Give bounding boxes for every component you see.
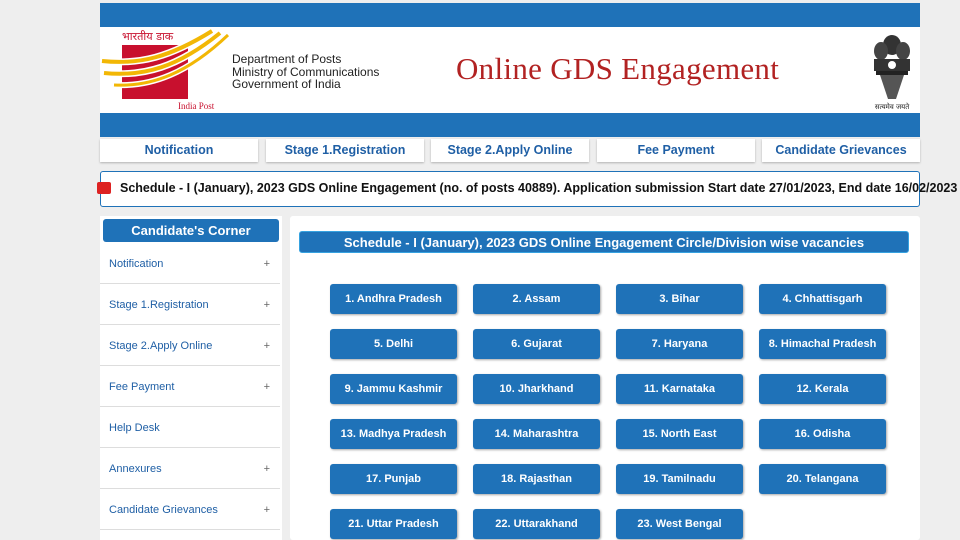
dept-line: Government of India bbox=[232, 77, 341, 91]
circle-button[interactable]: 1. Andhra Pradesh bbox=[330, 284, 457, 314]
logo-script-text: भारतीय डाक bbox=[122, 30, 174, 43]
circle-button[interactable]: 4. Chhattisgarh bbox=[759, 284, 886, 314]
sidebar-item-label: Stage 2.Apply Online bbox=[109, 340, 213, 352]
circle-button[interactable]: 21. Uttar Pradesh bbox=[330, 509, 457, 539]
expand-icon[interactable]: + bbox=[264, 449, 270, 489]
nav-stage1-registration[interactable]: Stage 1.Registration bbox=[266, 139, 424, 162]
expand-icon[interactable]: + bbox=[264, 326, 270, 366]
circle-button[interactable]: 19. Tamilnadu bbox=[616, 464, 743, 494]
top-blue-bar bbox=[100, 3, 920, 27]
circle-button[interactable]: 18. Rajasthan bbox=[473, 464, 600, 494]
circle-button[interactable]: 8. Himachal Pradesh bbox=[759, 329, 886, 359]
vacancies-title: Schedule - I (January), 2023 GDS Online … bbox=[299, 231, 909, 253]
candidate-corner-sidebar: Candidate's Corner Notification + Stage … bbox=[100, 216, 282, 540]
circle-button[interactable]: 3. Bihar bbox=[616, 284, 743, 314]
news-ticker[interactable]: Schedule - I (January), 2023 GDS Online … bbox=[97, 171, 957, 207]
sidebar-item-label: Help Desk bbox=[109, 422, 160, 434]
main-nav: Notification Stage 1.Registration Stage … bbox=[100, 139, 920, 162]
expand-icon[interactable]: + bbox=[264, 244, 270, 284]
sidebar-item-candidate-grievances[interactable]: Candidate Grievances + bbox=[100, 490, 280, 530]
sidebar-item-label: Notification bbox=[109, 258, 164, 270]
dept-line: Department of Posts bbox=[232, 52, 342, 66]
circle-button[interactable]: 14. Maharashtra bbox=[473, 419, 600, 449]
india-post-logo[interactable]: भारतीय डाक India Post bbox=[100, 27, 231, 113]
nav-stage2-apply-online[interactable]: Stage 2.Apply Online bbox=[431, 139, 589, 162]
circle-button[interactable]: 15. North East bbox=[616, 419, 743, 449]
sidebar-item-stage1-registration[interactable]: Stage 1.Registration + bbox=[100, 285, 280, 325]
vacancies-panel: Schedule - I (January), 2023 GDS Online … bbox=[290, 216, 920, 540]
circle-button[interactable]: 5. Delhi bbox=[330, 329, 457, 359]
expand-icon[interactable]: + bbox=[264, 285, 270, 325]
circle-button[interactable]: 17. Punjab bbox=[330, 464, 457, 494]
circle-button[interactable]: 7. Haryana bbox=[616, 329, 743, 359]
circle-button[interactable]: 2. Assam bbox=[473, 284, 600, 314]
circle-button[interactable]: 23. West Bengal bbox=[616, 509, 743, 539]
logo-caption-text: India Post bbox=[178, 101, 215, 111]
circle-button[interactable]: 9. Jammu Kashmir bbox=[330, 374, 457, 404]
circle-button[interactable]: 13. Madhya Pradesh bbox=[330, 419, 457, 449]
nav-notification[interactable]: Notification bbox=[100, 139, 258, 162]
circle-button[interactable]: 12. Kerala bbox=[759, 374, 886, 404]
emblem-caption-text: सत्यमेव जयते bbox=[875, 102, 910, 111]
ticker-text[interactable]: Schedule - I (January), 2023 GDS Online … bbox=[120, 181, 957, 195]
expand-icon[interactable]: + bbox=[264, 367, 270, 407]
circle-button[interactable]: 6. Gujarat bbox=[473, 329, 600, 359]
nav-candidate-grievances[interactable]: Candidate Grievances bbox=[762, 139, 920, 162]
new-badge-icon bbox=[97, 182, 111, 194]
expand-icon[interactable]: + bbox=[264, 490, 270, 530]
page-title: Online GDS Engagement bbox=[456, 51, 780, 86]
sidebar-item-help-desk[interactable]: Help Desk bbox=[100, 408, 280, 448]
circle-button[interactable]: 11. Karnataka bbox=[616, 374, 743, 404]
sidebar-item-label: Fee Payment bbox=[109, 381, 175, 393]
sidebar-item-label: Annexures bbox=[109, 463, 162, 475]
nav-fee-payment[interactable]: Fee Payment bbox=[597, 139, 755, 162]
circle-button[interactable]: 20. Telangana bbox=[759, 464, 886, 494]
circle-button[interactable]: 10. Jharkhand bbox=[473, 374, 600, 404]
sidebar-item-stage2-apply-online[interactable]: Stage 2.Apply Online + bbox=[100, 326, 280, 366]
site-header: भारतीय डाक India Post Department of Post… bbox=[100, 27, 920, 113]
sidebar-item-fee-payment[interactable]: Fee Payment + bbox=[100, 367, 280, 407]
sidebar-item-notification[interactable]: Notification + bbox=[100, 244, 280, 284]
circle-button[interactable]: 16. Odisha bbox=[759, 419, 886, 449]
sub-blue-bar bbox=[100, 113, 920, 137]
circle-button[interactable]: 22. Uttarakhand bbox=[473, 509, 600, 539]
sidebar-item-label: Stage 1.Registration bbox=[109, 299, 209, 311]
sidebar-title: Candidate's Corner bbox=[103, 219, 279, 242]
national-emblem-icon: सत्यमेव जयते bbox=[864, 27, 920, 113]
sidebar-item-label: Candidate Grievances bbox=[109, 504, 218, 516]
sidebar-item-annexures[interactable]: Annexures + bbox=[100, 449, 280, 489]
department-block: Department of Posts Ministry of Communic… bbox=[232, 53, 379, 91]
